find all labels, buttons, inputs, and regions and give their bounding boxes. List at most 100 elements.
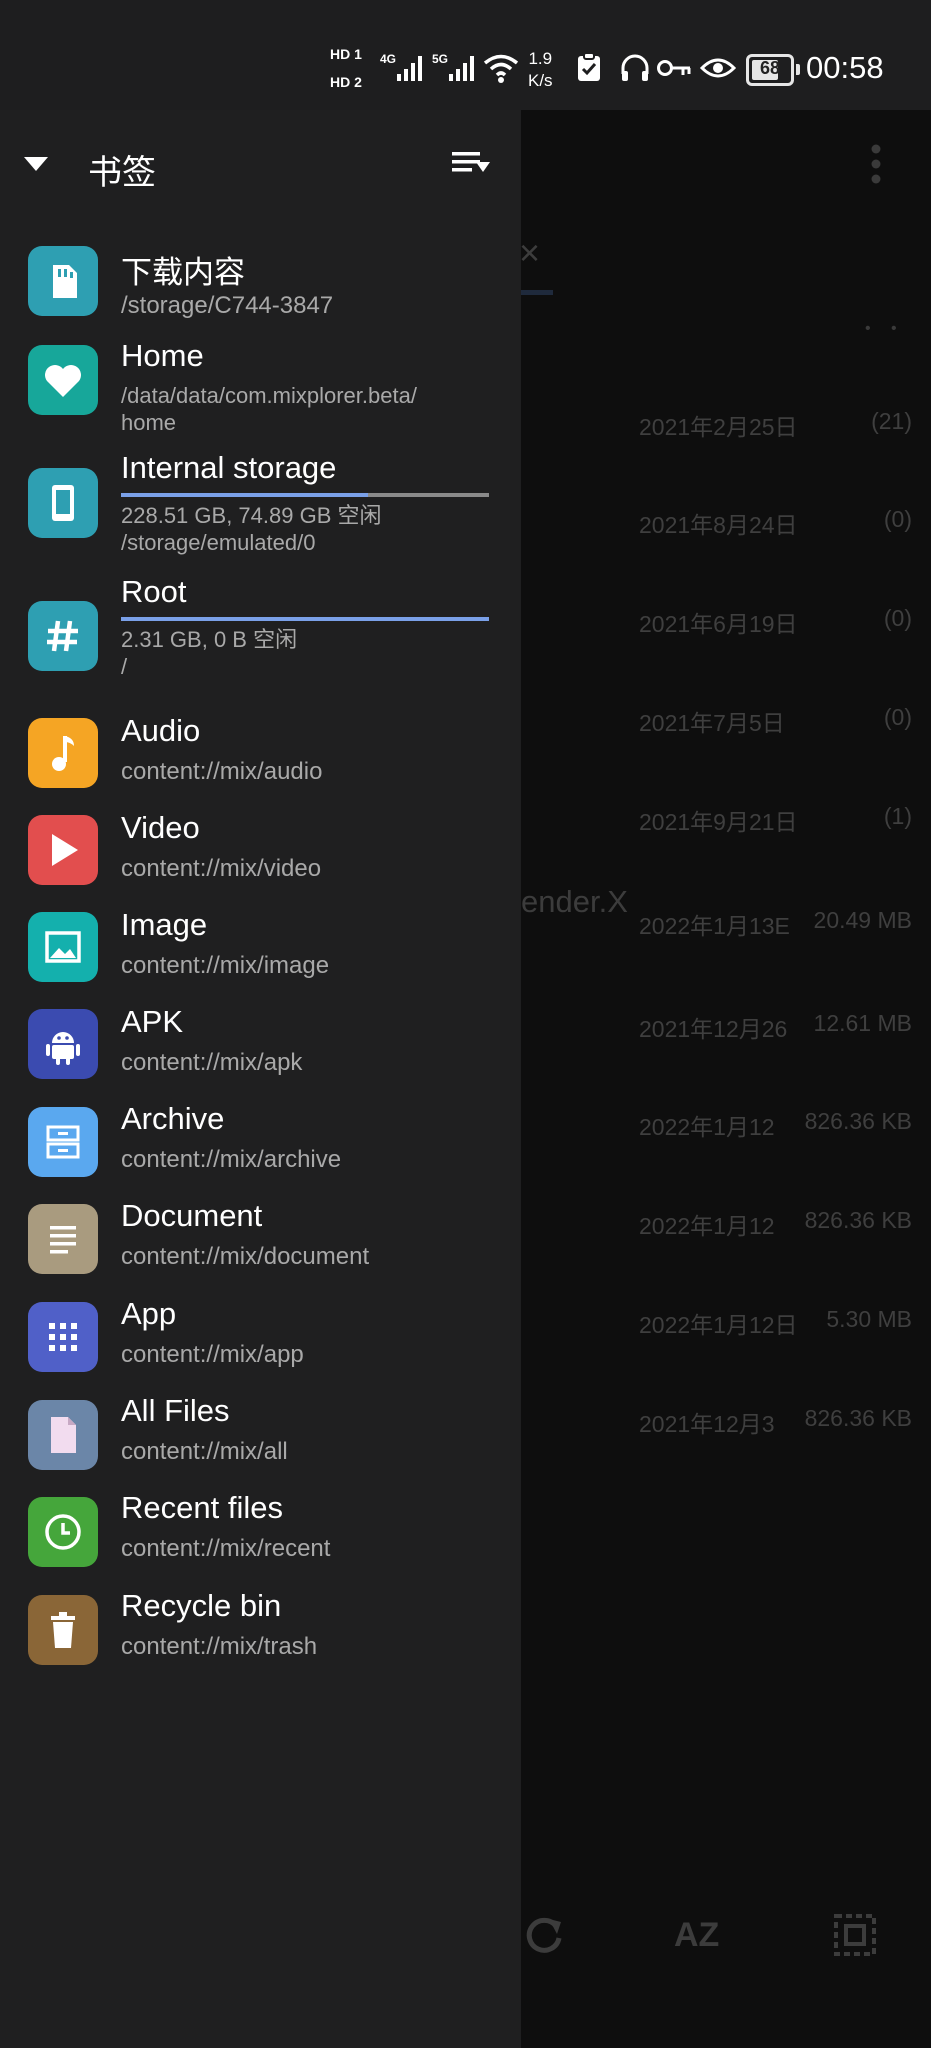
overflow-menu-icon[interactable] <box>870 143 882 185</box>
trash-icon <box>28 1595 98 1665</box>
item-date: 2021年6月19日 <box>639 611 798 637</box>
network-speed-unit: K/s <box>528 71 553 90</box>
bookmark-path-line2: home <box>121 410 177 435</box>
item-size: (0) <box>883 704 912 730</box>
status-bar: HD 1 HD 2 4G 5G 1.9 K/s 68 00:58 <box>0 0 931 110</box>
eye-icon <box>700 58 736 78</box>
item-date: 2021年7月5日 <box>639 710 785 736</box>
bookmark-title: Internal storage <box>121 450 337 485</box>
bookmark-title: App <box>121 1296 177 1331</box>
item-date: 2021年2月25日 <box>639 414 798 440</box>
bookmark-home[interactable]: Home /data/data/com.mixplorer.beta/ home <box>0 338 521 450</box>
item-size: 12.61 MB <box>813 1010 912 1036</box>
archive-icon <box>28 1107 98 1177</box>
item-size: 5.30 MB <box>826 1306 912 1332</box>
hd1-indicator: HD 1 <box>330 46 362 62</box>
item-size: (1) <box>883 803 912 829</box>
bookmark-path: content://mix/app <box>121 1341 304 1368</box>
sd-card-icon <box>28 246 98 316</box>
bookmark-path: content://mix/image <box>121 952 330 979</box>
item-date: 2021年9月21日 <box>639 809 798 835</box>
bookmark-root[interactable]: Root 2.31 GB, 0 B 空闲 / <box>0 574 521 704</box>
clock-time: 00:58 <box>806 50 884 85</box>
item-size: 826.36 KB <box>804 1108 912 1134</box>
bookmark-apk[interactable]: APK content://mix/apk <box>0 998 521 1096</box>
signal-strength-icon-1 <box>397 56 422 81</box>
bookmark-image[interactable]: Image content://mix/image <box>0 900 521 998</box>
item-date: 2022年1月12 <box>639 1114 775 1140</box>
grid-icon <box>28 1302 98 1372</box>
item-size: (0) <box>883 605 912 631</box>
document-icon <box>28 1204 98 1274</box>
android-icon <box>28 1009 98 1079</box>
bookmark-recycle-bin[interactable]: Recycle bin content://mix/trash <box>0 1586 521 1684</box>
bookmark-title: APK <box>121 1004 184 1039</box>
music-note-icon <box>28 718 98 788</box>
bookmark-title: Image <box>121 907 208 942</box>
sort-menu-icon[interactable] <box>452 150 490 178</box>
heart-icon <box>28 345 98 415</box>
hd2-indicator: HD 2 <box>330 74 362 90</box>
bookmark-title: Audio <box>121 713 201 748</box>
hash-icon <box>28 601 98 671</box>
bookmark-audio[interactable]: Audio content://mix/audio <box>0 704 521 802</box>
bookmark-path: content://mix/all <box>121 1438 288 1465</box>
file-name-fragment: ender.X <box>521 884 628 919</box>
item-date: 2021年8月24日 <box>639 512 798 538</box>
bookmark-path: content://mix/audio <box>121 758 323 785</box>
storage-capacity: 228.51 GB, 74.89 GB 空闲 <box>121 503 382 528</box>
network-speed-value: 1.9 <box>528 49 553 68</box>
battery-icon: 68 <box>746 54 800 86</box>
vpn-key-icon <box>657 60 691 76</box>
bookmark-path: / <box>121 654 128 679</box>
bookmark-title: Recycle bin <box>121 1588 282 1623</box>
item-date: 2021年12月26 <box>639 1016 788 1042</box>
network-4g-label: 4G <box>380 52 397 66</box>
bookmark-internal-storage[interactable]: Internal storage 228.51 GB, 74.89 GB 空闲 … <box>0 450 521 574</box>
bookmark-document[interactable]: Document content://mix/document <box>0 1194 521 1292</box>
sort-az-button[interactable]: AZ <box>674 1916 719 1955</box>
tab-close-icon[interactable]: × <box>519 232 540 274</box>
item-size: 20.49 MB <box>813 907 912 933</box>
wifi-icon <box>483 54 519 83</box>
bookmark-path: content://mix/video <box>121 855 322 882</box>
bookmark-title: All Files <box>121 1393 230 1428</box>
signal-strength-icon-2 <box>449 56 474 81</box>
item-size: (21) <box>871 408 912 434</box>
headphones-icon <box>621 54 649 81</box>
bookmark-downloads[interactable]: 下载内容 /storage/C744-3847 <box>0 230 521 338</box>
storage-capacity: 2.31 GB, 0 B 空闲 <box>121 627 298 652</box>
bookmark-path: /storage/emulated/0 <box>121 530 316 555</box>
bookmark-app[interactable]: App content://mix/app <box>0 1292 521 1390</box>
refresh-icon[interactable] <box>523 1914 565 1956</box>
storage-usage-bar <box>121 493 489 497</box>
bookmark-path: content://mix/archive <box>121 1146 342 1173</box>
bookmark-title: Home <box>121 338 204 373</box>
item-date: 2021年12月3 <box>639 1411 775 1437</box>
clipboard-check-icon <box>578 52 600 81</box>
tab-indicator <box>521 290 553 295</box>
bookmark-title: Recent files <box>121 1490 283 1525</box>
collapse-triangle-icon[interactable] <box>23 156 49 172</box>
battery-level: 68 <box>759 58 781 78</box>
phone-icon <box>28 468 98 538</box>
bookmark-recent-files[interactable]: Recent files content://mix/recent <box>0 1488 521 1586</box>
play-icon <box>28 815 98 885</box>
network-speed: 1.9 K/s <box>528 48 553 92</box>
item-date: 2022年1月12日 <box>639 1312 798 1338</box>
bookmark-path: /storage/C744-3847 <box>121 292 334 319</box>
select-all-icon[interactable] <box>833 1913 877 1957</box>
image-icon <box>28 912 98 982</box>
item-size: (0) <box>883 506 912 532</box>
item-size: 826.36 KB <box>804 1405 912 1431</box>
item-date: 2022年1月12 <box>639 1213 775 1239</box>
bookmark-all-files[interactable]: All Files content://mix/all <box>0 1390 521 1488</box>
bookmark-archive[interactable]: Archive content://mix/archive <box>0 1096 521 1194</box>
bookmark-path: content://mix/trash <box>121 1633 318 1660</box>
bookmark-title: Archive <box>121 1101 225 1136</box>
path-dots: • • <box>865 320 905 337</box>
bookmark-path: content://mix/document <box>121 1243 370 1270</box>
network-5g-label: 5G <box>432 52 449 66</box>
bookmark-video[interactable]: Video content://mix/video <box>0 802 521 900</box>
bookmark-title: 下载内容 <box>121 255 245 290</box>
